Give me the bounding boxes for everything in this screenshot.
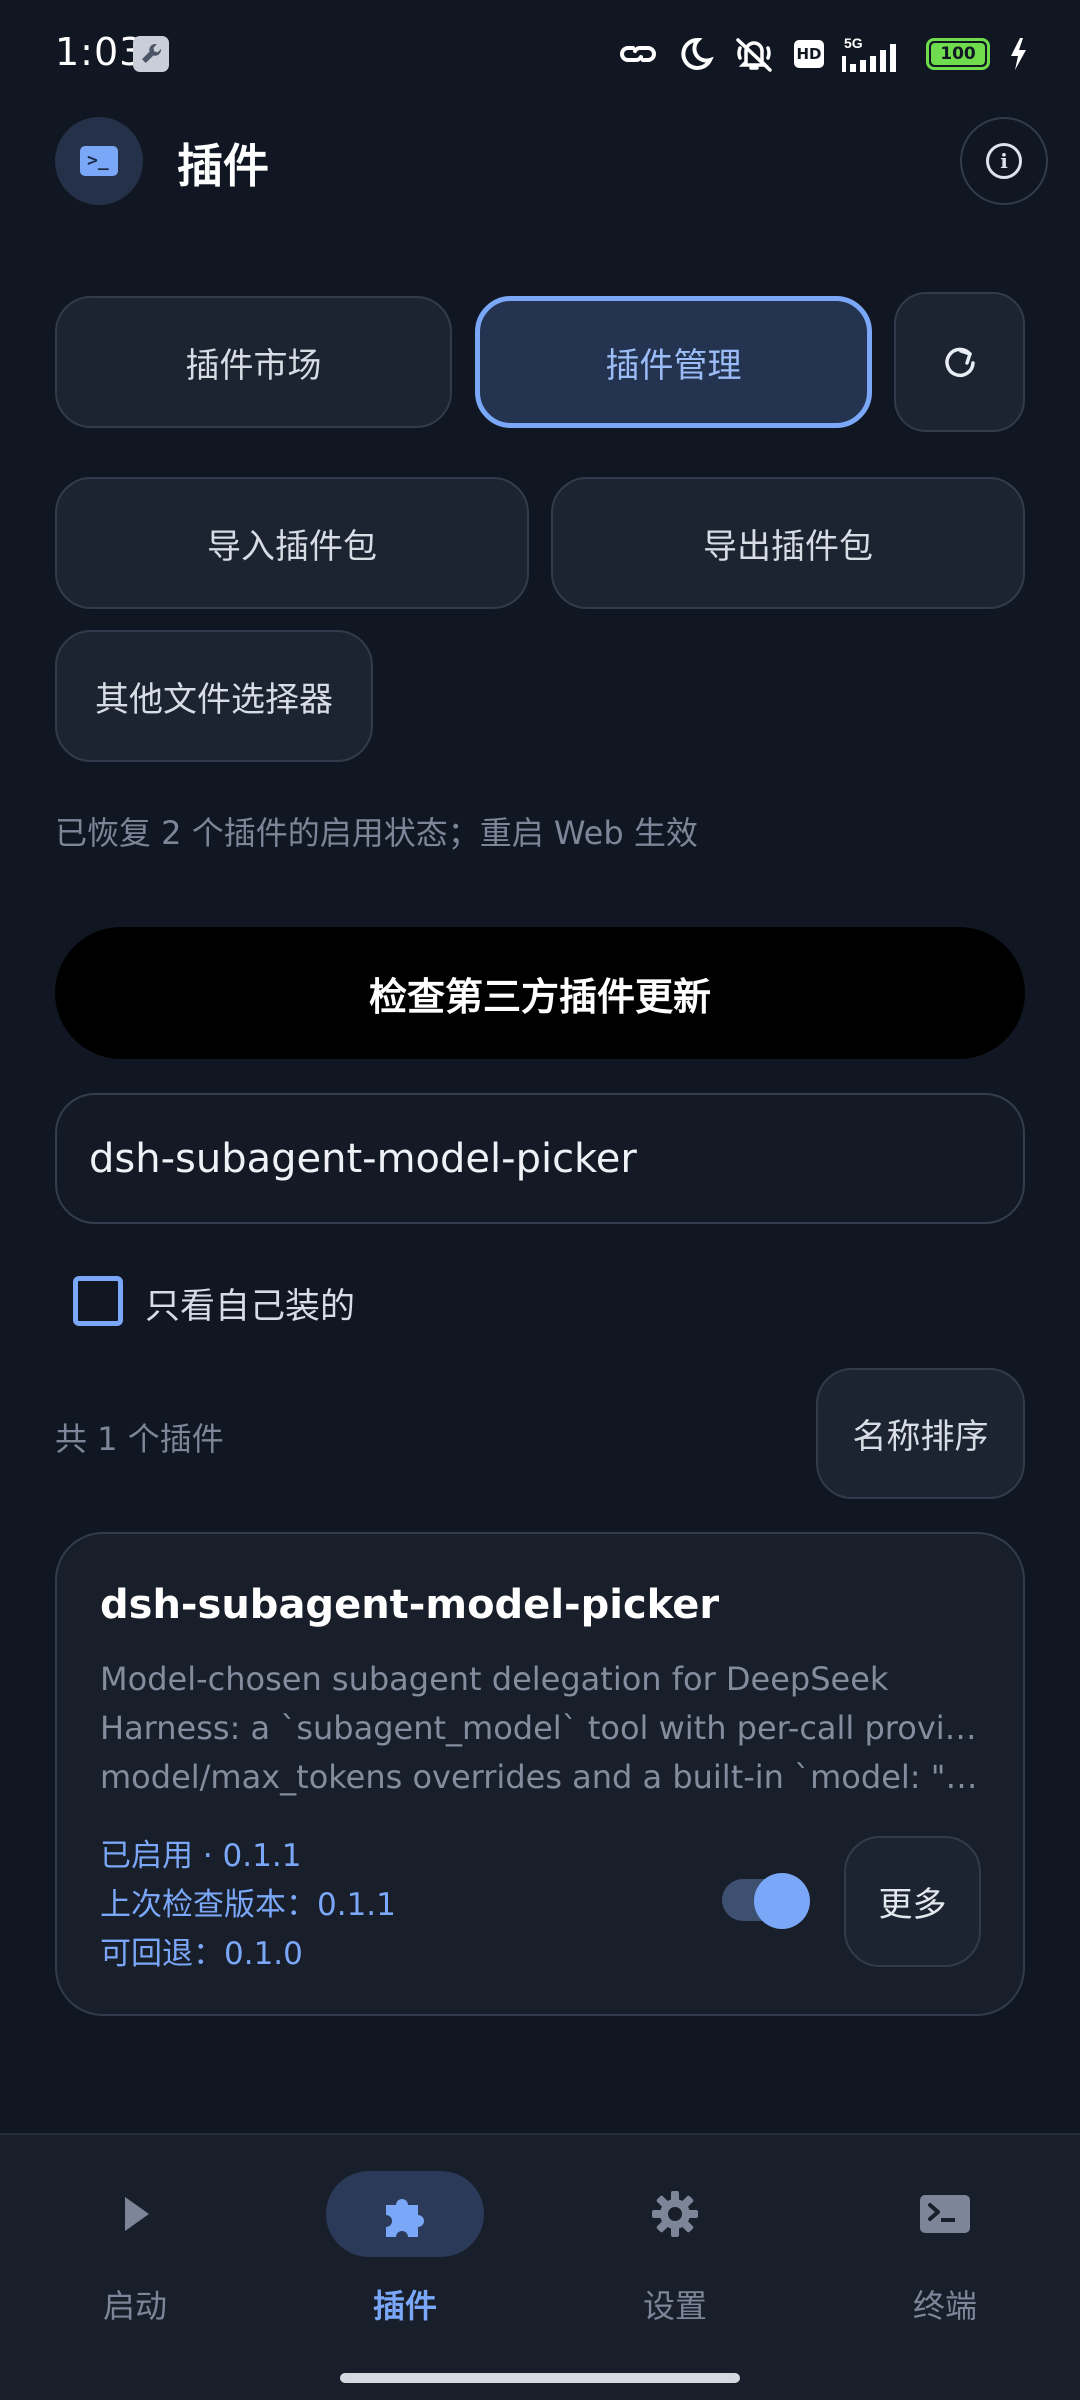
signal-icon: 5G	[842, 34, 908, 74]
page-title: 插件	[177, 139, 269, 193]
nav-pill	[56, 2171, 214, 2257]
info-icon: i	[986, 143, 1022, 179]
nav-label: 设置	[642, 2287, 707, 2325]
sort-by-name-button[interactable]: 名称排序	[816, 1368, 1025, 1499]
nav-item-plugins[interactable]: 插件	[270, 2135, 540, 2335]
home-indicator[interactable]	[340, 2373, 740, 2383]
nav-pill	[866, 2171, 1024, 2257]
refresh-button[interactable]	[894, 292, 1025, 432]
nav-label: 插件	[372, 2287, 437, 2325]
nav-item-terminal[interactable]: 终端	[810, 2135, 1080, 2335]
nav-pill	[326, 2171, 484, 2257]
tab-plugin-market[interactable]: 插件市场	[55, 296, 452, 428]
status-message: 已恢复 2 个插件的启用状态；重启 Web 生效	[55, 814, 698, 852]
other-file-picker-button[interactable]: 其他文件选择器	[55, 630, 373, 762]
toggle-knob	[754, 1873, 810, 1929]
link-icon	[616, 34, 660, 74]
moon-icon	[678, 34, 714, 74]
description-line: Harness: a `subagent_model` tool with pe…	[100, 1709, 980, 1747]
plugin-rollback: 可回退：0.1.0	[100, 1936, 303, 1972]
plugin-description: Model-chosen subagent delegation for Dee…	[100, 1655, 980, 1802]
refresh-icon	[944, 347, 975, 378]
status-time: 1:03	[55, 30, 145, 74]
bottom-navigation: 启动 插件 设置 终端	[0, 2133, 1080, 2400]
description-line: Model-chosen subagent delegation for Dee…	[100, 1660, 889, 1698]
wrench-icon	[133, 36, 169, 72]
terminal-icon	[920, 2195, 970, 2233]
battery-icon: 100	[926, 34, 990, 74]
plugin-status: 已启用 · 0.1.1	[100, 1838, 302, 1874]
only-mine-label[interactable]: 只看自己装的	[145, 1278, 355, 1329]
search-input[interactable]	[89, 1135, 1023, 1182]
check-updates-button[interactable]: 检查第三方插件更新	[55, 927, 1025, 1059]
app-logo: >_	[55, 117, 143, 205]
mute-icon	[732, 34, 776, 74]
description-line: model/max_tokens overrides and a built-i…	[100, 1758, 980, 1796]
import-plugin-button[interactable]: 导入插件包	[55, 477, 529, 609]
plugin-card: dsh-subagent-model-picker Model-chosen s…	[55, 1532, 1025, 2016]
terminal-icon: >_	[80, 146, 118, 176]
puzzle-icon	[386, 2199, 424, 2237]
only-mine-checkbox[interactable]	[73, 1276, 123, 1326]
gear-icon	[652, 2191, 698, 2237]
nav-item-settings[interactable]: 设置	[540, 2135, 810, 2335]
tab-plugin-manage[interactable]: 插件管理	[475, 296, 872, 428]
export-plugin-button[interactable]: 导出插件包	[551, 477, 1025, 609]
info-button[interactable]: i	[960, 117, 1048, 205]
nav-label: 启动	[102, 2287, 167, 2325]
play-icon	[125, 2197, 149, 2231]
nav-label: 终端	[912, 2287, 977, 2325]
plugin-last-checked: 上次检查版本：0.1.1	[100, 1887, 396, 1923]
nav-pill	[596, 2171, 754, 2257]
more-button[interactable]: 更多	[844, 1836, 981, 1967]
search-field[interactable]	[55, 1093, 1025, 1224]
plugin-count: 共 1 个插件	[55, 1420, 224, 1458]
nav-item-launch[interactable]: 启动	[0, 2135, 270, 2335]
charging-icon	[1008, 34, 1028, 74]
status-icons: HD 5G 100	[616, 30, 1028, 78]
plugin-name: dsh-subagent-model-picker	[100, 1582, 720, 1628]
hd-icon: HD	[794, 34, 824, 74]
plugin-enable-toggle[interactable]	[722, 1873, 810, 1929]
svg-text:5G: 5G	[844, 35, 863, 51]
